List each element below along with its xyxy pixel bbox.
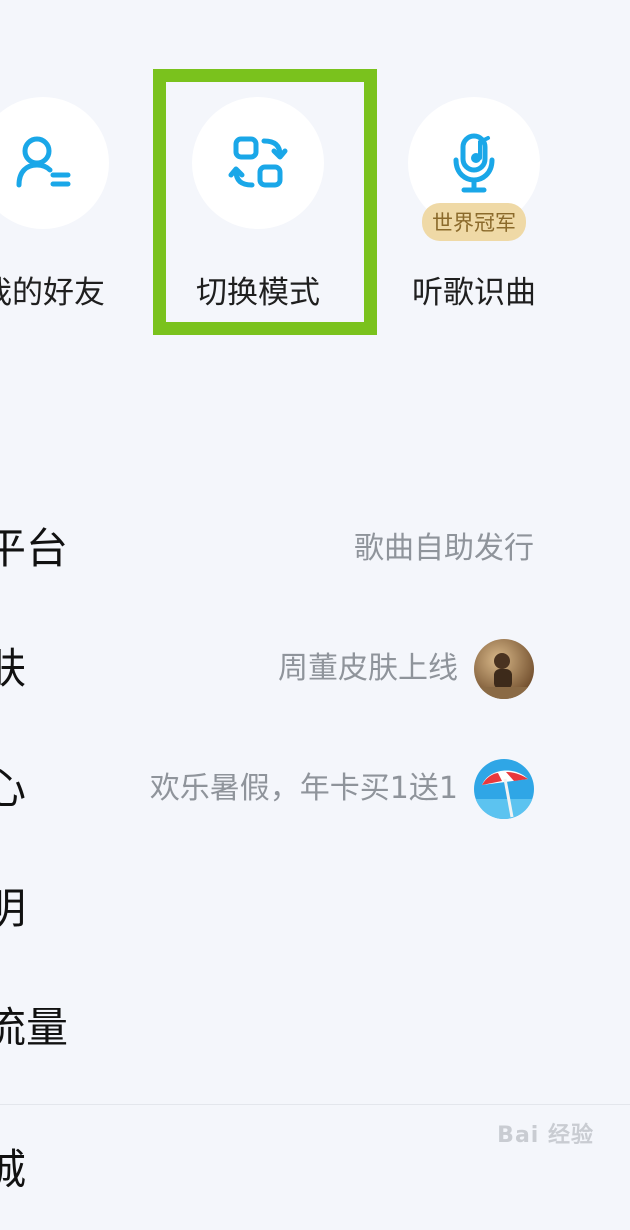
shortcut-music-recognition[interactable]: 世界冠军 听歌识曲 <box>399 97 549 311</box>
list-item-subtitle: 欢乐暑假，年卡买1送1 <box>149 771 458 806</box>
watermark-logo: Bai 经验 <box>497 1123 594 1148</box>
shortcut-circle <box>0 97 109 229</box>
list-item-data-flow[interactable]: 流量 <box>0 968 630 1088</box>
list-item-ming[interactable]: 明 <box>0 849 630 969</box>
friends-icon <box>16 136 71 188</box>
champion-badge: 世界冠军 <box>422 203 526 241</box>
highlight-frame <box>153 69 377 335</box>
list-item-label: 流量 <box>0 1003 69 1052</box>
list-item-label: 城 <box>0 1145 27 1194</box>
list-item-label: 明 <box>0 884 27 933</box>
list-item-vip-center[interactable]: 心 欢乐暑假，年卡买1送1 <box>0 729 630 849</box>
list-item-label: 肤 <box>0 644 27 693</box>
list-item-subtitle: 周董皮肤上线 <box>278 651 458 686</box>
list-item-skin[interactable]: 肤 周董皮肤上线 <box>0 609 630 729</box>
shortcut-label: 我的好友 <box>0 275 105 311</box>
section-divider <box>0 1104 630 1105</box>
shortcut-label: 听歌识曲 <box>412 275 536 311</box>
beach-umbrella-icon <box>474 759 534 819</box>
skin-avatar <box>474 639 534 699</box>
list-item-subtitle: 歌曲自助发行 <box>354 531 534 566</box>
list-item-platform[interactable]: 平台 歌曲自助发行 <box>0 489 630 609</box>
music-recognition-icon <box>453 133 495 193</box>
shortcut-my-friends[interactable]: 我的好友 <box>0 97 118 311</box>
list-item-label: 平台 <box>0 524 69 573</box>
list-item-label: 心 <box>0 764 27 813</box>
